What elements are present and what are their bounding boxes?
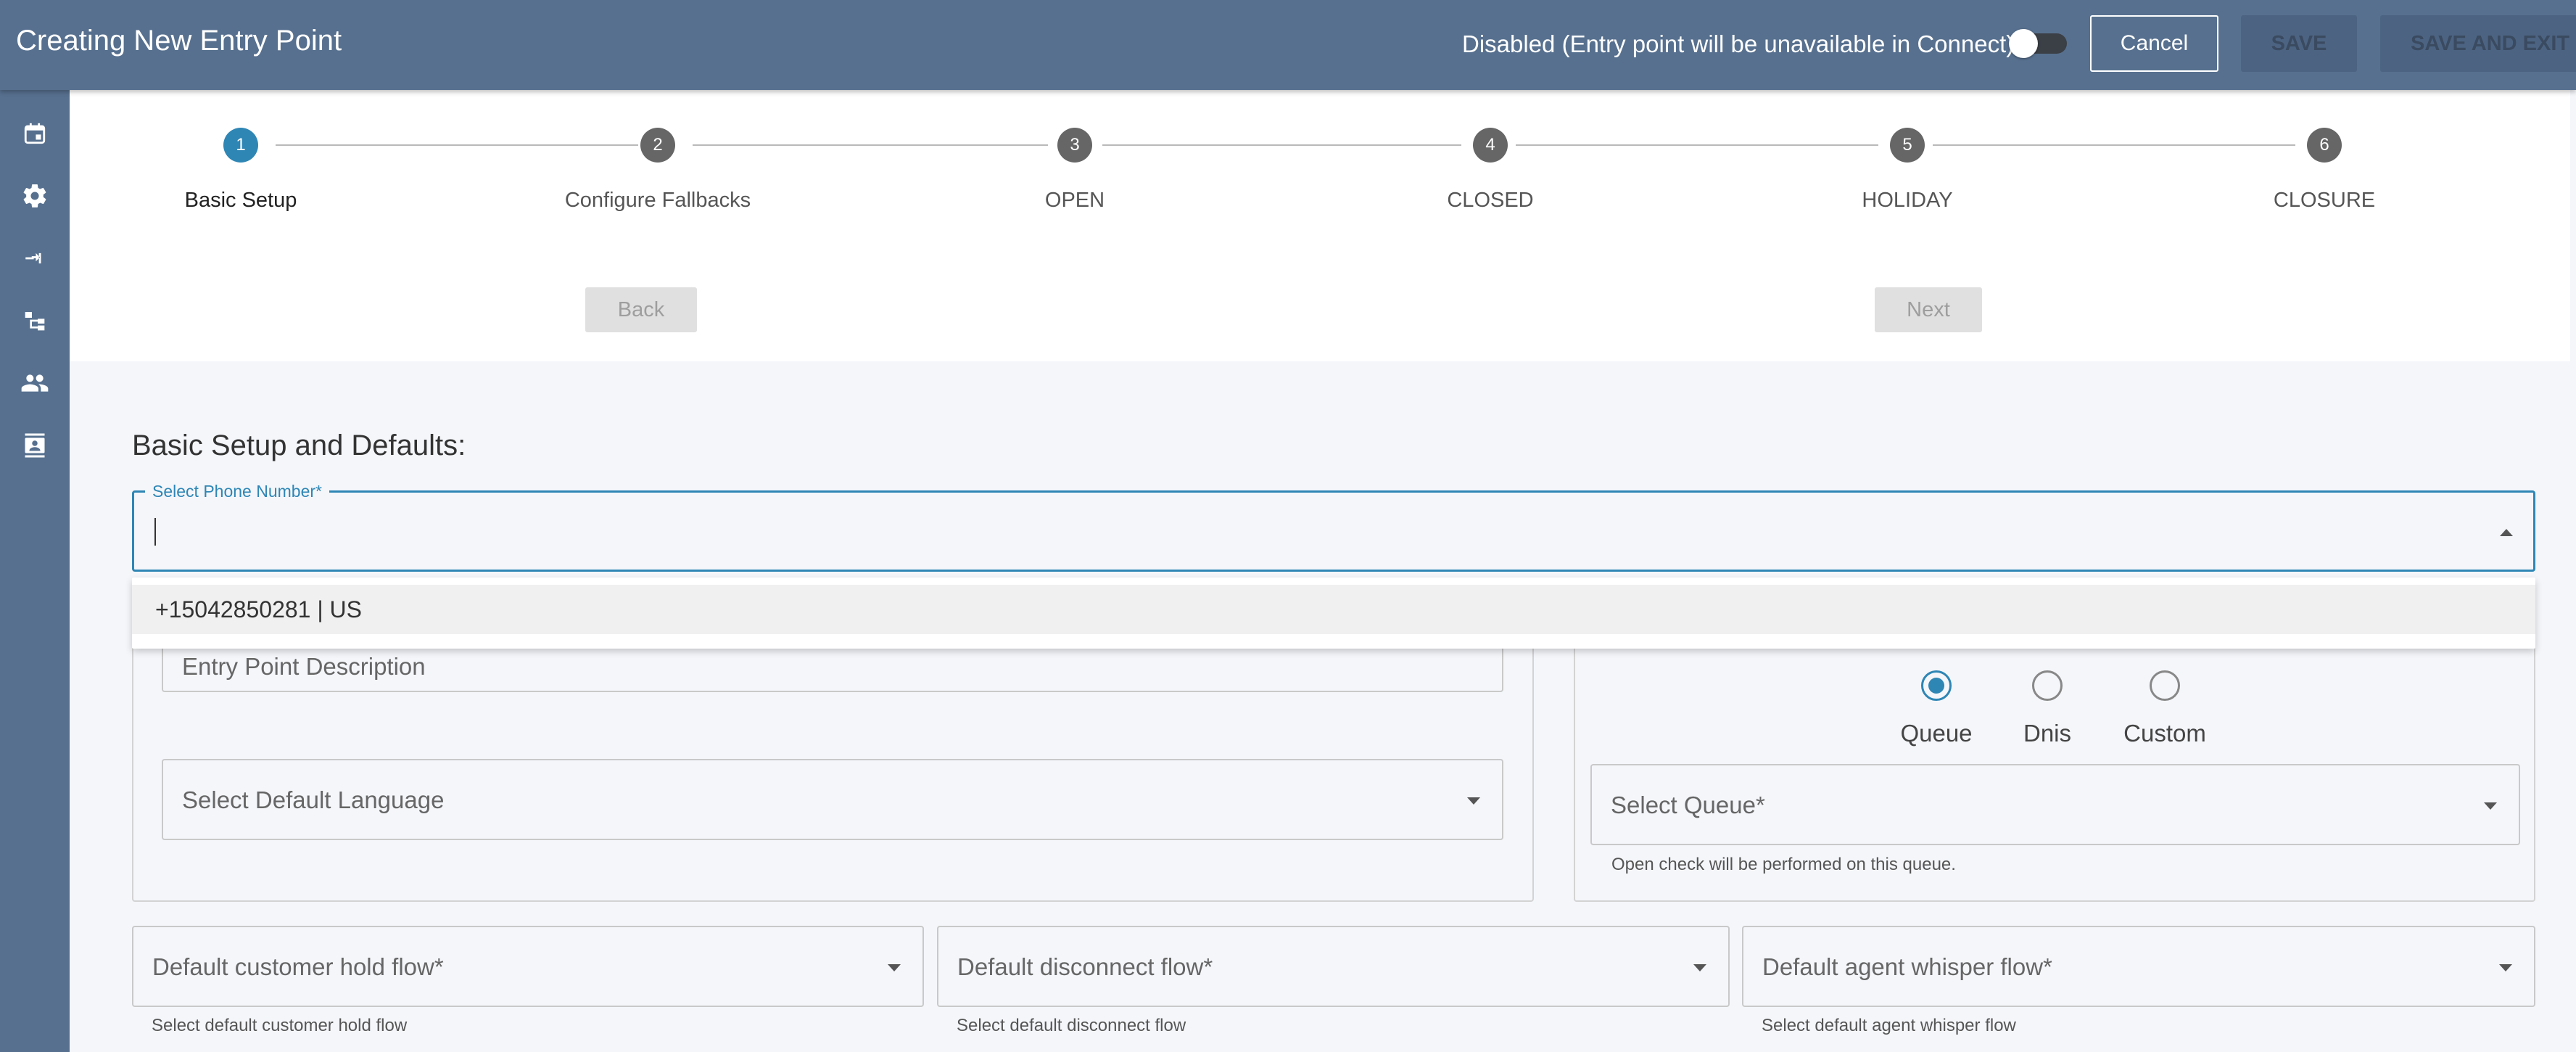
stepper-panel [70, 90, 2570, 361]
radio-custom-label: Custom [2123, 720, 2206, 747]
gear-icon[interactable] [20, 181, 49, 210]
whisper-flow-select[interactable]: Default agent whisper flow* [1742, 926, 2535, 1007]
radio-queue-label: Queue [1900, 720, 1973, 747]
chevron-down-icon [2484, 802, 2497, 810]
step-4-circle[interactable]: 4 [1473, 128, 1508, 163]
calendar-icon[interactable] [20, 119, 49, 148]
toggle-knob[interactable] [2009, 29, 2038, 58]
phone-number-select[interactable] [132, 490, 2535, 572]
radio-custom[interactable] [2150, 670, 2180, 701]
phone-number-option-label: +15042850281 | US [155, 596, 362, 622]
step-6-circle[interactable]: 6 [2307, 128, 2342, 163]
chevron-down-icon [888, 964, 901, 971]
back-button[interactable]: Back [585, 287, 697, 332]
contact-card-icon[interactable] [20, 431, 49, 460]
section-title: Basic Setup and Defaults: [132, 430, 466, 461]
step-3-circle[interactable]: 3 [1057, 128, 1092, 163]
step-6-label[interactable]: CLOSURE [2274, 189, 2375, 213]
default-language-select[interactable]: Select Default Language [162, 759, 1503, 840]
phone-number-option[interactable]: +15042850281 | US [132, 585, 2535, 634]
step-1-label[interactable]: Basic Setup [185, 189, 297, 213]
chevron-down-icon [1467, 797, 1480, 805]
language-placeholder: Select Default Language [182, 786, 445, 813]
people-icon[interactable] [20, 369, 49, 398]
step-5-circle[interactable]: 5 [1890, 128, 1925, 163]
description-placeholder: Entry Point Description [182, 653, 426, 680]
step-3-label[interactable]: OPEN [1045, 189, 1105, 213]
step-connector [1102, 144, 1461, 146]
queue-placeholder: Select Queue* [1611, 792, 1765, 818]
whisper-flow-helper: Select default agent whisper flow [1762, 1016, 2016, 1035]
step-2-circle[interactable]: 2 [640, 128, 675, 163]
radio-queue[interactable] [1921, 670, 1952, 701]
save-button[interactable]: SAVE [2241, 15, 2357, 72]
step-2-label[interactable]: Configure Fallbacks [565, 189, 751, 213]
disconnect-flow-select[interactable]: Default disconnect flow* [937, 926, 1730, 1007]
radio-dnis[interactable] [2032, 670, 2063, 701]
hold-flow-select[interactable]: Default customer hold flow* [132, 926, 924, 1007]
step-1-circle[interactable]: 1 [223, 128, 258, 163]
save-and-exit-button[interactable]: SAVE AND EXIT [2380, 15, 2576, 72]
disconnect-flow-helper: Select default disconnect flow [957, 1016, 1186, 1035]
chevron-down-icon [1693, 964, 1706, 971]
queue-helper-text: Open check will be performed on this que… [1611, 855, 1956, 874]
whisper-flow-placeholder: Default agent whisper flow* [1762, 953, 2052, 980]
top-bar: Creating New Entry Point Disabled (Entry… [0, 0, 2576, 90]
queue-select[interactable]: Select Queue* [1590, 764, 2520, 845]
flow-tree-icon[interactable] [20, 306, 49, 335]
step-connector [276, 144, 638, 146]
step-connector [1933, 144, 2295, 146]
page-title: Creating New Entry Point [16, 25, 342, 57]
sidebar [0, 90, 70, 1052]
step-connector [693, 144, 1048, 146]
phone-number-dropdown: +15042850281 | US [132, 578, 2535, 649]
transfer-arrows-icon[interactable] [20, 244, 49, 273]
chevron-up-icon[interactable] [2500, 529, 2513, 536]
chevron-down-icon [2499, 964, 2512, 971]
step-4-label[interactable]: CLOSED [1447, 189, 1533, 213]
hold-flow-placeholder: Default customer hold flow* [152, 953, 444, 980]
radio-dnis-label: Dnis [2023, 720, 2072, 747]
text-cursor [154, 518, 156, 546]
entry-point-status-text: Disabled (Entry point will be unavailabl… [1462, 30, 2015, 57]
enabled-toggle[interactable] [2009, 29, 2067, 58]
phone-number-label: Select Phone Number* [145, 482, 329, 501]
next-button[interactable]: Next [1875, 287, 1982, 332]
hold-flow-helper: Select default customer hold flow [152, 1016, 408, 1035]
cancel-button[interactable]: Cancel [2090, 15, 2218, 72]
disconnect-flow-placeholder: Default disconnect flow* [957, 953, 1213, 980]
step-connector [1516, 144, 1878, 146]
step-5-label[interactable]: HOLIDAY [1862, 189, 1952, 213]
